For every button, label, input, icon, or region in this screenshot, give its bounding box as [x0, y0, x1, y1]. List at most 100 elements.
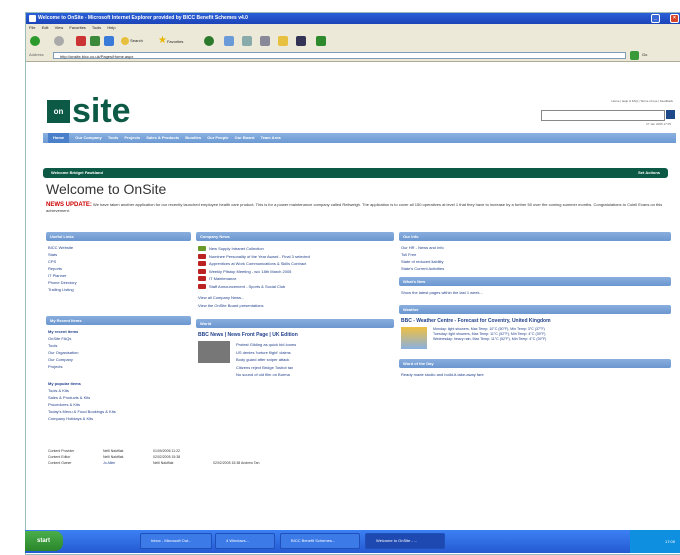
news-icon [198, 261, 206, 267]
stop-button[interactable] [76, 35, 86, 47]
news-update: NEWS UPDATE: We have taken another appli… [46, 202, 674, 214]
close-button[interactable]: × [670, 14, 679, 23]
start-button[interactable]: start [25, 531, 63, 551]
taskbar-item[interactable]: 4 Windows... [215, 533, 275, 549]
messenger-button[interactable] [316, 35, 326, 47]
popular-item[interactable]: Tools & Kits [48, 387, 189, 394]
menu-tools[interactable]: Tools [92, 25, 101, 30]
link-stats[interactable]: Stats [48, 251, 189, 258]
mail-button[interactable] [242, 35, 252, 47]
menu-help[interactable]: Help [107, 25, 115, 30]
link-trailing-listing[interactable]: Trailing Listing [48, 286, 189, 293]
top-links[interactable]: Home | Help & FAQ | Terms of use | Feedb… [612, 99, 673, 103]
news-item[interactable]: Nominee Personality of the Year Award - … [198, 253, 392, 261]
window-title: Welcome to OnSite - Microsoft Internet E… [38, 15, 248, 21]
news-item[interactable]: Staff Announcement - Sports & Social Clu… [198, 283, 392, 291]
address-label: Address [29, 52, 44, 57]
site-search-button[interactable] [666, 110, 675, 119]
info-link[interactable]: Toll Free [401, 251, 669, 258]
news-item[interactable]: New Supply Intranet Collection [198, 245, 392, 253]
weather-headline[interactable]: BBC - Weather Centre - Forecast for Cove… [401, 318, 669, 324]
whats-new-header: What's New [399, 277, 671, 286]
print-button[interactable] [260, 35, 270, 47]
popular-item[interactable]: Company Holidays & Kits [48, 415, 189, 422]
title-bar: Welcome to OnSite - Microsoft Internet E… [26, 13, 680, 24]
recent-item[interactable]: Projects [48, 363, 189, 370]
menu-favorites[interactable]: Favorites [69, 25, 85, 30]
news-text: We have taken another application for ou… [46, 202, 663, 213]
folder-button[interactable] [278, 35, 288, 47]
popular-item[interactable]: Procedures & Kits [48, 401, 189, 408]
board-presentations-link[interactable]: View the OnSite Board presentations [198, 302, 392, 310]
forward-button[interactable] [54, 35, 64, 47]
recent-subtitle: My recent items [48, 329, 79, 334]
forward-icon [54, 35, 64, 46]
favorites-button[interactable]: ★Favorites [158, 35, 183, 47]
news-item[interactable]: Weekly Pitstop Meeting - w/c 18th March … [198, 268, 392, 276]
whats-new-link[interactable]: Show the latest pages within the last 1 … [401, 289, 669, 296]
link-cps[interactable]: CPS [48, 258, 189, 265]
stop-icon [76, 35, 86, 46]
nav-home[interactable]: Home [48, 133, 70, 143]
link-phone-directory[interactable]: Phone Directory [48, 279, 189, 286]
recent-items-header: My Recent Items [46, 316, 191, 325]
link-reports[interactable]: Reports [48, 265, 189, 272]
news-item[interactable]: Apprentices at Work Communications & Ski… [198, 260, 392, 268]
world-item[interactable]: Citizens reject Bridge Toshot tax [236, 364, 296, 372]
menu-view[interactable]: View [55, 25, 64, 30]
minimize-button[interactable]: _ [651, 14, 660, 23]
site-actions-link[interactable]: Set Actions [638, 168, 660, 178]
site-search-input[interactable] [541, 110, 665, 121]
middle-column: Company News New Supply Intranet Collect… [196, 232, 394, 383]
date-label: 27 Jan 2005 17:05 [646, 122, 671, 126]
go-button[interactable] [630, 51, 639, 60]
popular-item[interactable]: Sales & Products & Kits [48, 394, 189, 401]
link-bicc-website[interactable]: BICC Website [48, 244, 189, 251]
taskbar-item[interactable]: BICC Benefit Schemes... [280, 533, 360, 549]
nav-our-board[interactable]: Our Board [235, 135, 255, 140]
weather-header: Weather [399, 305, 671, 314]
nav-team-area[interactable]: Team Area [261, 135, 281, 140]
nav-tools[interactable]: Tools [108, 135, 118, 140]
menu-edit[interactable]: Edit [42, 25, 49, 30]
news-icon [198, 283, 206, 289]
world-item[interactable]: No sound of old film on Burma [236, 371, 296, 379]
world-item[interactable]: US denies 'torture flight' claims [236, 349, 296, 357]
nav-our-company[interactable]: Our Company [75, 135, 101, 140]
home-button[interactable] [104, 35, 114, 47]
nav-sales-products[interactable]: Sales & Products [146, 135, 179, 140]
info-link[interactable]: Our HR - News and Info [401, 244, 669, 251]
taskbar-item-active[interactable]: Welcome to OnSite - ... [365, 533, 445, 549]
world-item[interactable]: Protest Gilding as quick bid looms [236, 341, 296, 349]
popular-item[interactable]: Today's Menu & Food Bookings & Kits [48, 408, 189, 415]
media-button[interactable] [204, 35, 214, 47]
edit-button[interactable] [296, 35, 306, 47]
info-link[interactable]: State of reduced liability [401, 258, 669, 265]
refresh-button[interactable] [90, 35, 100, 47]
taskbar-item[interactable]: Inbox - Microsoft Out... [140, 533, 212, 549]
search-button[interactable]: Search [121, 35, 143, 47]
star-icon: ★ [158, 35, 167, 46]
go-label: Go [642, 52, 648, 57]
history-button[interactable] [224, 35, 234, 47]
news-item[interactable]: IT Maintenance [198, 275, 392, 283]
info-link[interactable]: State's Current Activities [401, 265, 669, 272]
useful-links-header: Useful Links [46, 232, 191, 241]
recent-item[interactable]: Tools [48, 342, 189, 349]
onsite-logo[interactable]: on site [47, 92, 131, 130]
nav-projects[interactable]: Projects [124, 135, 140, 140]
world-headline[interactable]: BBC News | News Front Page | UK Edition [198, 332, 392, 338]
view-all-news-link[interactable]: View all Company News... [198, 294, 392, 302]
recent-item[interactable]: Our Organisation [48, 349, 189, 356]
news-icon [198, 246, 206, 252]
address-input[interactable]: http://onsite.bicc.co.uk/Pages/Home.aspx [53, 52, 626, 59]
nav-bundles[interactable]: Bundles [185, 135, 201, 140]
link-it-planner[interactable]: IT Planner [48, 272, 189, 279]
back-button[interactable] [30, 35, 40, 47]
recent-item[interactable]: OnSite FAQs [48, 335, 189, 342]
recent-item[interactable]: Our Company [48, 356, 189, 363]
news-icon [198, 268, 206, 274]
world-item[interactable]: Body guard after sniper attack [236, 356, 296, 364]
menu-file[interactable]: File [29, 25, 35, 30]
nav-our-people[interactable]: Our People [207, 135, 228, 140]
